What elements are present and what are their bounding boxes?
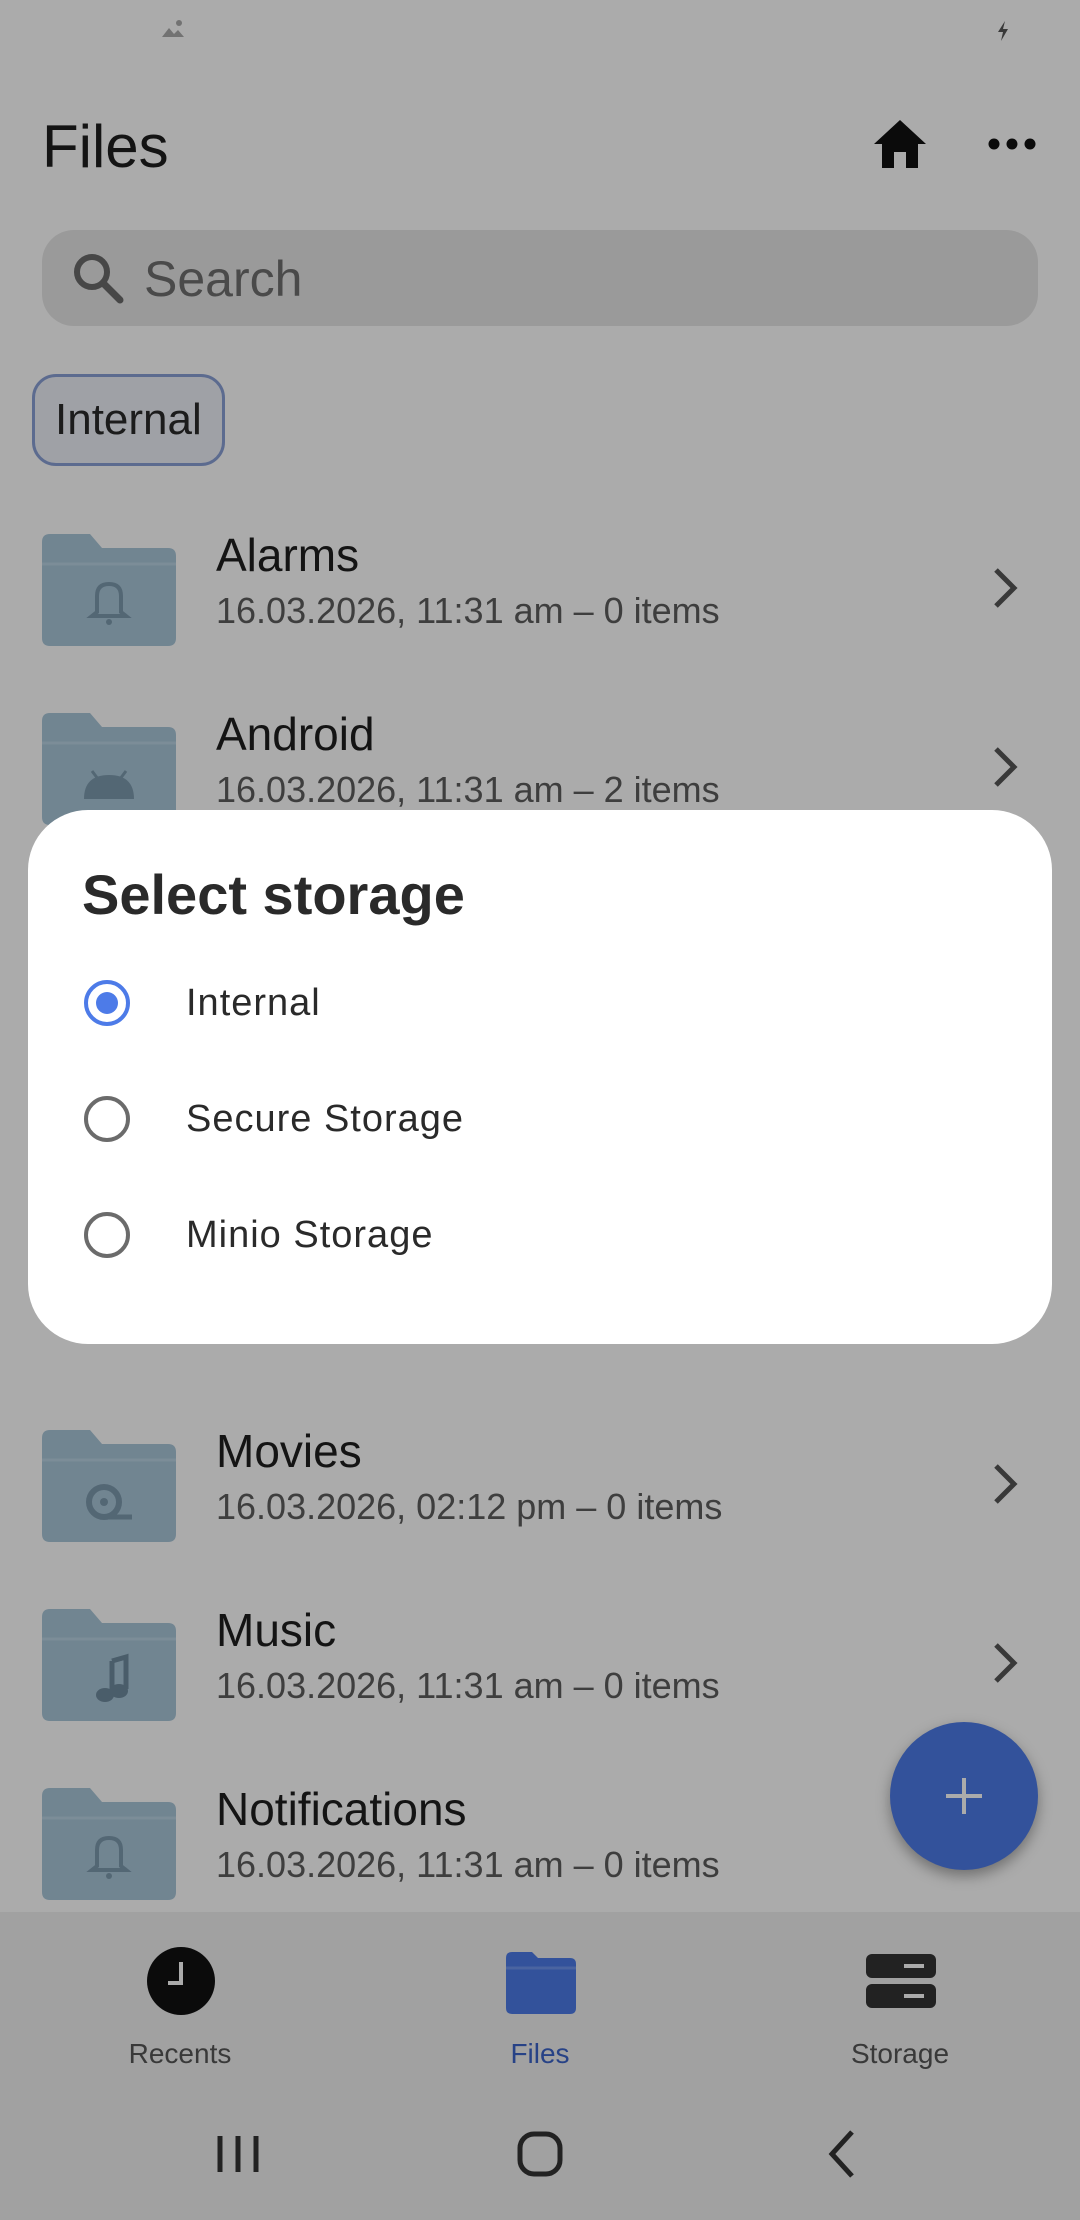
select-storage-dialog: Select storage Internal Secure Storage M…	[28, 810, 1052, 1344]
option-label: Minio Storage	[186, 1214, 434, 1256]
option-internal[interactable]: Internal	[28, 950, 1052, 1066]
radio-button-selected[interactable]	[84, 980, 130, 1026]
radio-button[interactable]	[84, 1212, 130, 1258]
option-label: Secure Storage	[186, 1098, 465, 1140]
option-label: Internal	[186, 982, 321, 1024]
dialog-title: Select storage	[82, 863, 465, 926]
option-secure-storage[interactable]: Secure Storage	[28, 1066, 1052, 1182]
radio-button[interactable]	[84, 1096, 130, 1142]
option-minio-storage[interactable]: Minio Storage	[28, 1182, 1052, 1298]
